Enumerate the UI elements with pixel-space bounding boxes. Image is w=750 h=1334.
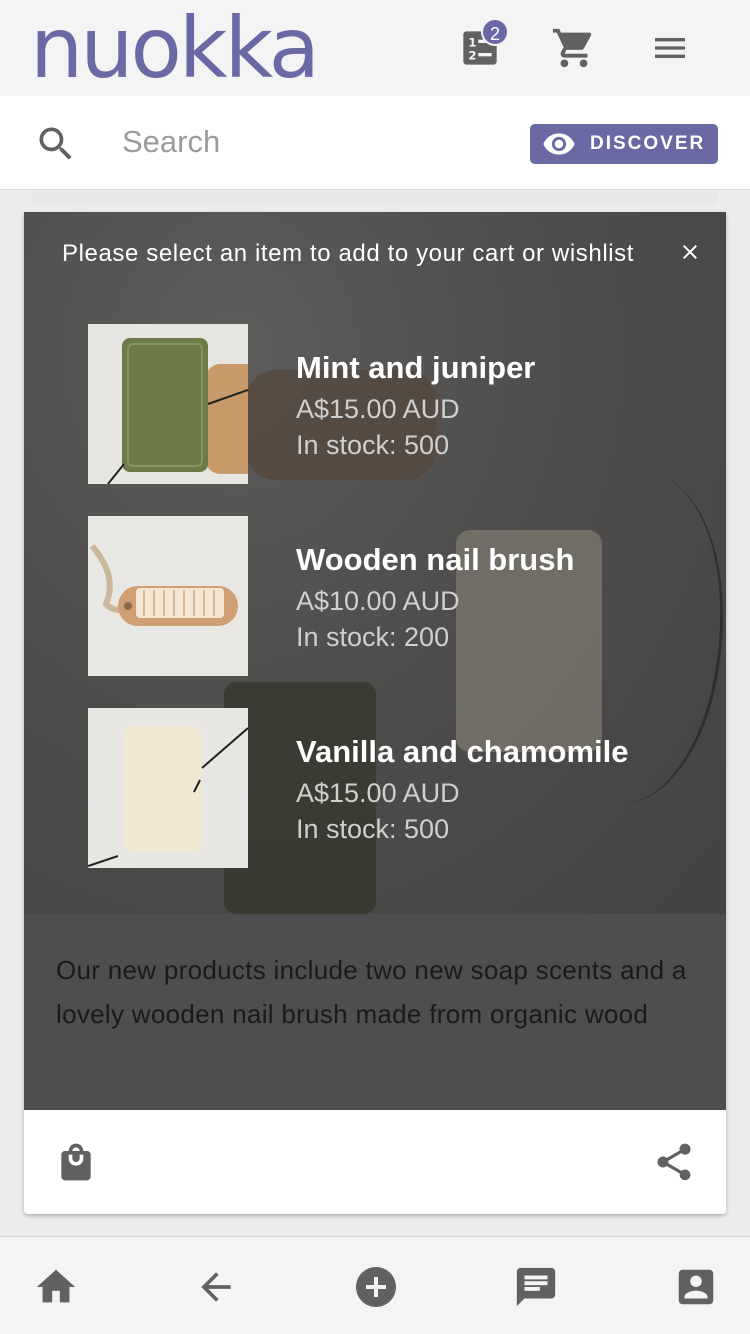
product-image <box>88 708 248 868</box>
product-item[interactable]: Wooden nail brush A$10.00 AUD In stock: … <box>88 516 688 676</box>
search-input[interactable] <box>122 118 502 166</box>
card-actions <box>24 1110 726 1214</box>
search-icon[interactable] <box>34 122 78 166</box>
previous-card-edge <box>32 190 718 204</box>
product-stock: In stock: 200 <box>296 622 450 652</box>
product-name: Wooden nail brush <box>296 542 575 577</box>
top-app-bar: nuokka 1 2 2 <box>0 0 750 96</box>
discover-label: DISCOVER <box>590 133 706 154</box>
product-name: Vanilla and chamomile <box>296 734 629 769</box>
close-icon[interactable] <box>678 240 702 264</box>
product-stock: In stock: 500 <box>296 430 450 460</box>
nav-add[interactable] <box>352 1263 400 1311</box>
product-image <box>88 516 248 676</box>
cart-button[interactable] <box>550 24 598 72</box>
product-image <box>88 324 248 484</box>
cart-icon <box>552 28 592 68</box>
product-name: Mint and juniper <box>296 350 536 385</box>
list-count-badge: 2 <box>481 18 509 46</box>
back-arrow-icon <box>201 1272 231 1302</box>
post-card: Please select an item to add to your car… <box>24 212 726 1214</box>
svg-text:2: 2 <box>468 49 476 63</box>
share-icon[interactable] <box>652 1140 696 1184</box>
app-logo[interactable]: nuokka <box>30 2 320 94</box>
discover-button[interactable]: DISCOVER <box>530 124 718 164</box>
account-icon <box>678 1269 714 1305</box>
chat-icon <box>516 1267 556 1307</box>
product-item[interactable]: Vanilla and chamomile A$15.00 AUD In sto… <box>88 708 688 868</box>
bottom-navigation <box>0 1236 750 1334</box>
product-item[interactable]: Mint and juniper A$15.00 AUD In stock: 5… <box>88 324 688 484</box>
popup-title: Please select an item to add to your car… <box>62 240 635 267</box>
add-circle-icon <box>356 1267 396 1307</box>
menu-icon <box>655 38 685 58</box>
home-icon <box>36 1269 76 1303</box>
product-price: A$10.00 AUD <box>296 586 460 616</box>
nav-account[interactable] <box>672 1263 720 1311</box>
product-price: A$15.00 AUD <box>296 778 460 808</box>
nav-back[interactable] <box>192 1263 240 1311</box>
nav-messages[interactable] <box>512 1263 560 1311</box>
nav-home[interactable] <box>32 1263 80 1311</box>
svg-text:1: 1 <box>468 35 476 49</box>
eye-icon <box>543 133 575 155</box>
product-stock: In stock: 500 <box>296 814 450 844</box>
post-description: Our new products include two new soap sc… <box>24 914 726 1110</box>
search-bar: DISCOVER <box>0 96 750 190</box>
menu-button[interactable] <box>646 24 694 72</box>
product-picker-overlay: Please select an item to add to your car… <box>24 212 726 914</box>
shopping-bag-icon[interactable] <box>54 1140 98 1184</box>
product-price: A$15.00 AUD <box>296 394 460 424</box>
